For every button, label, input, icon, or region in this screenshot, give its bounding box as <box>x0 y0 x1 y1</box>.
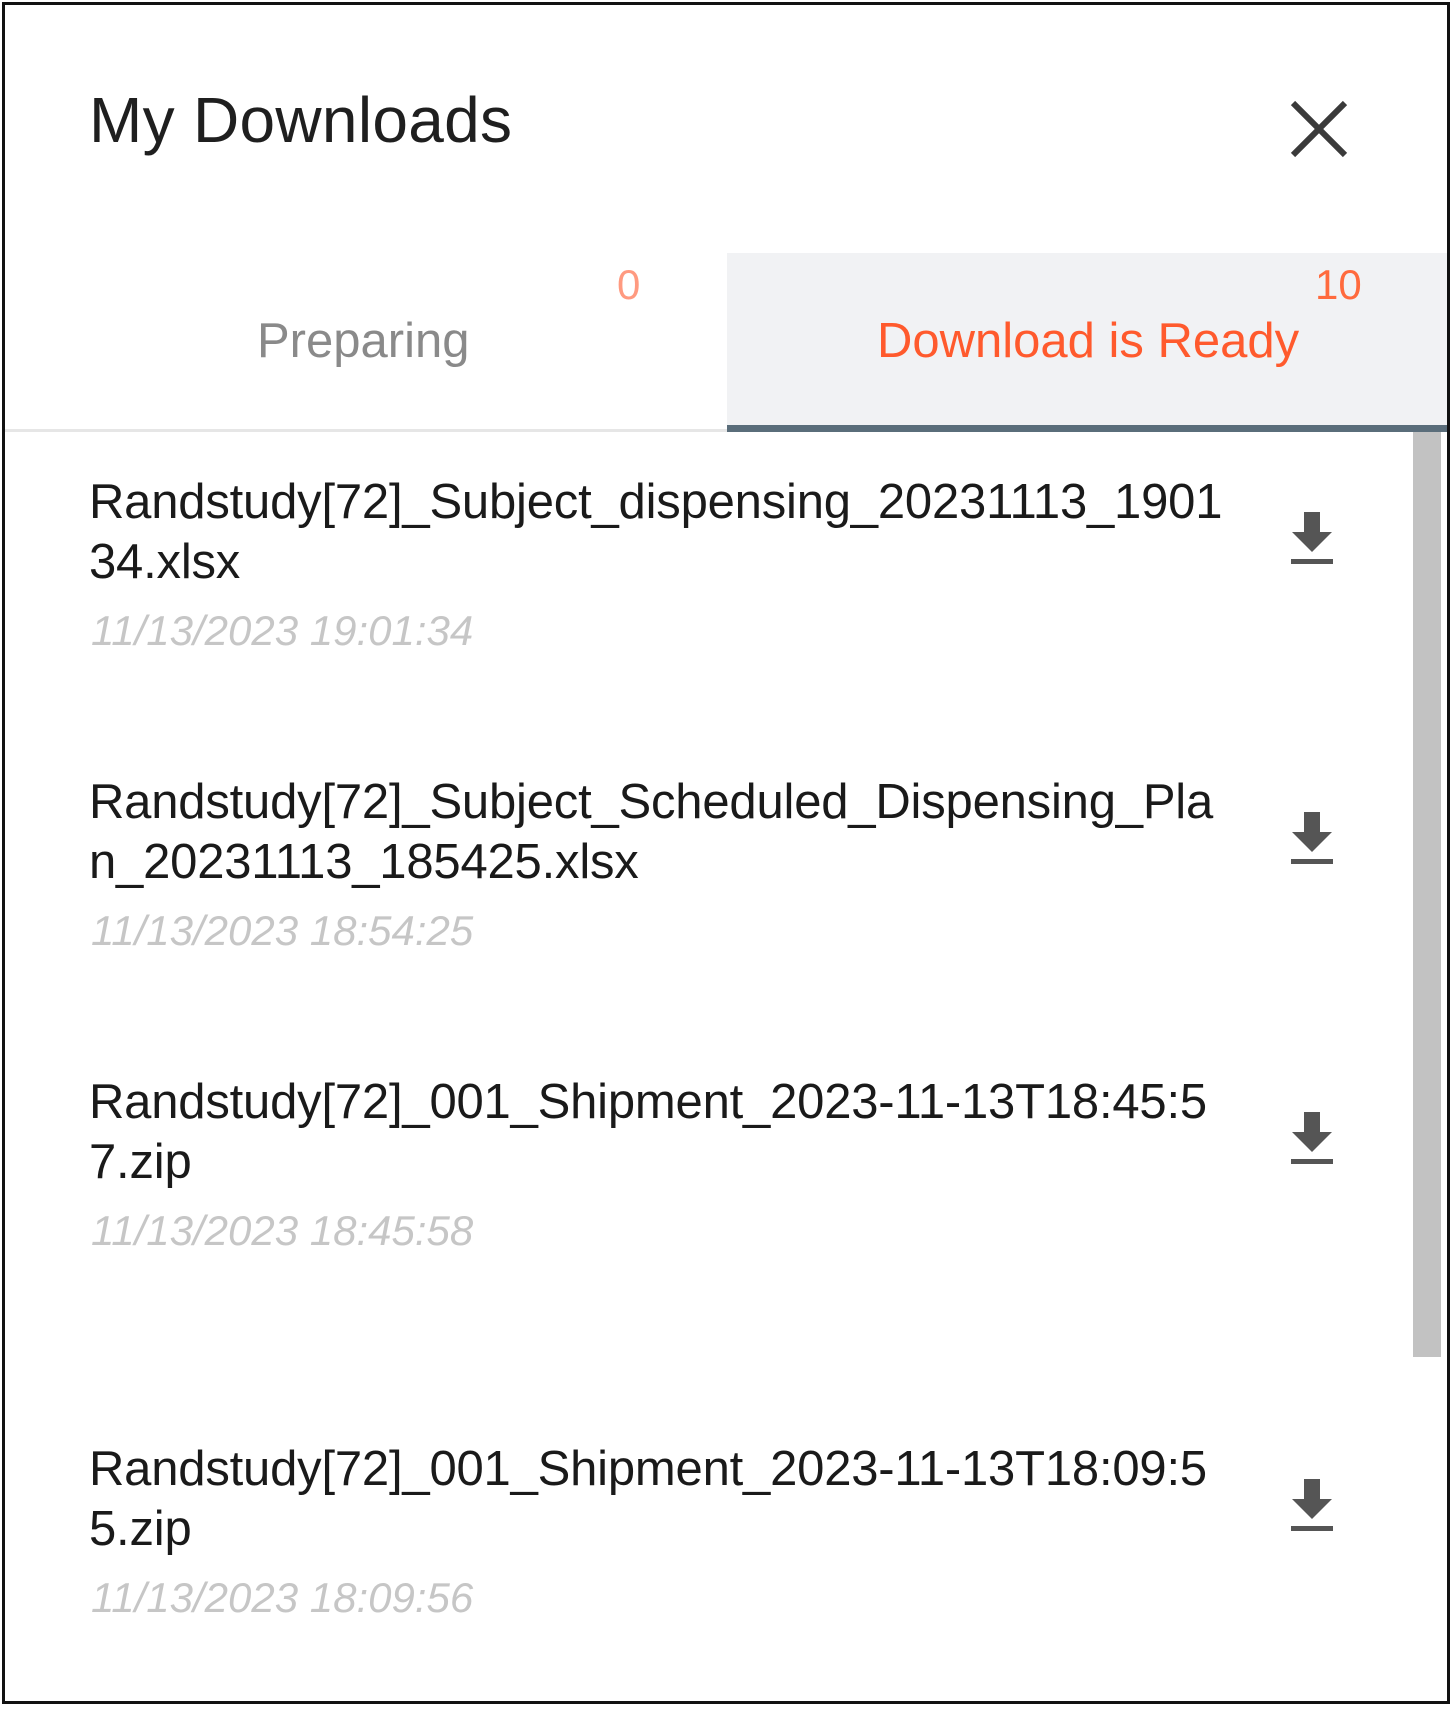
scrollbar-thumb[interactable] <box>1413 432 1441 1357</box>
download-icon <box>1291 1112 1333 1164</box>
tab-preparing[interactable]: 0 Preparing <box>5 253 727 429</box>
download-icon <box>1291 1479 1333 1531</box>
file-timestamp: 11/13/2023 19:01:34 <box>91 607 474 654</box>
tab-label: Preparing <box>257 314 470 368</box>
tab-label: Download is Ready <box>877 314 1300 368</box>
close-icon <box>1290 100 1348 158</box>
tab-download-ready[interactable]: 10 Download is Ready <box>727 253 1447 432</box>
download-button[interactable] <box>1287 1477 1337 1533</box>
tab-bar: 0 Preparing 10 Download is Ready <box>5 253 1447 432</box>
download-button[interactable] <box>1287 810 1337 866</box>
download-button[interactable] <box>1287 1110 1337 1166</box>
download-icon <box>1291 812 1333 864</box>
file-name: Randstudy[72]_Subject_dispensing_2023111… <box>89 475 1223 589</box>
file-name: Randstudy[72]_001_Shipment_2023-11-13T18… <box>89 1075 1207 1189</box>
downloads-panel: My Downloads 0 Preparing 10 Download is … <box>2 2 1450 1704</box>
download-button[interactable] <box>1287 510 1337 566</box>
file-name: Randstudy[72]_Subject_Scheduled_Dispensi… <box>89 775 1214 889</box>
downloads-list: Randstudy[72]_Subject_dispensing_2023111… <box>5 432 1447 1701</box>
panel-header: My Downloads <box>5 5 1447 245</box>
tab-count-badge: 0 <box>617 261 641 308</box>
panel-title: My Downloads <box>89 84 513 156</box>
close-button[interactable] <box>1285 95 1353 163</box>
tab-count-badge: 10 <box>1315 261 1362 308</box>
file-timestamp: 11/13/2023 18:54:25 <box>91 907 474 954</box>
file-timestamp: 11/13/2023 18:09:56 <box>91 1574 474 1621</box>
file-name: Randstudy[72]_001_Shipment_2023-11-13T18… <box>89 1442 1207 1556</box>
download-icon <box>1291 512 1333 564</box>
file-timestamp: 11/13/2023 18:45:58 <box>91 1207 474 1254</box>
